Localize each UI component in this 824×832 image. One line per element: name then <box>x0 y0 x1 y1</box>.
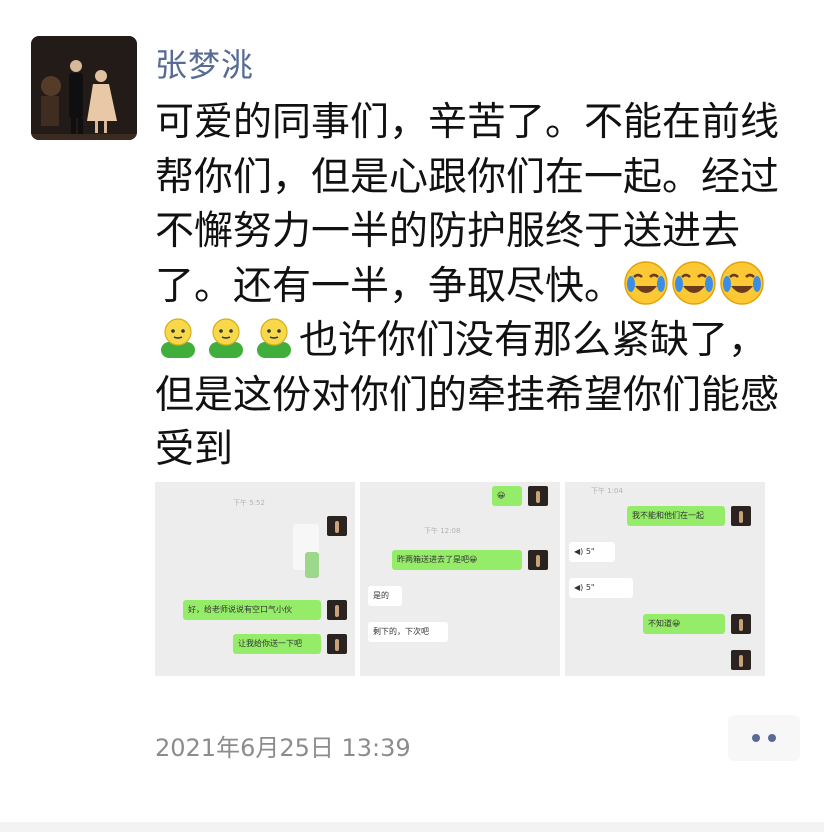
avatar[interactable] <box>31 36 137 140</box>
chat-avatar <box>528 550 548 570</box>
chat-bubble: 昨两箱送进去了是吧😀 <box>392 550 522 570</box>
more-dots-icon[interactable] <box>728 715 800 761</box>
green-person-emoji <box>161 318 195 358</box>
crying-laughing-emoji <box>624 260 668 305</box>
chat-avatar <box>731 506 751 526</box>
author-name[interactable]: 张梦洮 <box>155 40 254 86</box>
chat-bubble: 我不能和他们在一起 <box>627 506 725 526</box>
chat-bubble: 让我给你送一下吧 <box>233 634 321 654</box>
dot <box>752 734 760 742</box>
chat-bubble: ◀) 5" <box>569 578 633 598</box>
divider <box>0 822 824 832</box>
image-grid: 下午 5:52 好，给老师说说有空口气小伙 让我给你送一下吧 😀 下午 12:0… <box>155 482 765 676</box>
chat-bubble-media <box>305 552 319 578</box>
chat-avatar <box>528 486 548 506</box>
chat-bubble: 😀 <box>492 486 522 506</box>
chat-bubble: 是的 <box>368 586 402 606</box>
chat-bubble: 好，给老师说说有空口气小伙 <box>183 600 321 620</box>
green-person-emoji <box>209 318 243 358</box>
green-person-emoji <box>257 318 291 358</box>
chat-avatar <box>327 634 347 654</box>
chat-bubble: 不知道😀 <box>643 614 725 634</box>
image-thumbnail-2[interactable]: 😀 下午 12:08 昨两箱送进去了是吧😀 是的 剩下的，下次吧 <box>360 482 560 676</box>
post-text: 可爱的同事们，辛苦了。不能在前线帮你们，但是心跟你们在一起。经过不懈努力一半的防… <box>155 96 795 478</box>
chat-bubble: ◀) 5" <box>569 542 615 562</box>
chat-time: 下午 1:04 <box>591 487 623 495</box>
avatar-photo <box>31 36 137 140</box>
image-thumbnail-1[interactable]: 下午 5:52 好，给老师说说有空口气小伙 让我给你送一下吧 <box>155 482 355 676</box>
post-timestamp: 2021年6月25日 13:39 <box>155 734 411 762</box>
chat-time: 下午 12:08 <box>424 527 461 535</box>
image-thumbnail-3[interactable]: 下午 1:04 我不能和他们在一起 ◀) 5" ◀) 5" 不知道😀 <box>565 482 765 676</box>
chat-avatar <box>731 614 751 634</box>
chat-avatar <box>327 600 347 620</box>
chat-time: 下午 5:52 <box>233 499 265 507</box>
crying-laughing-emoji <box>720 260 764 305</box>
chat-avatar <box>731 650 751 670</box>
crying-laughing-emoji <box>672 260 716 305</box>
chat-bubble: 剩下的，下次吧 <box>368 622 448 642</box>
dot <box>768 734 776 742</box>
chat-avatar <box>327 516 347 536</box>
